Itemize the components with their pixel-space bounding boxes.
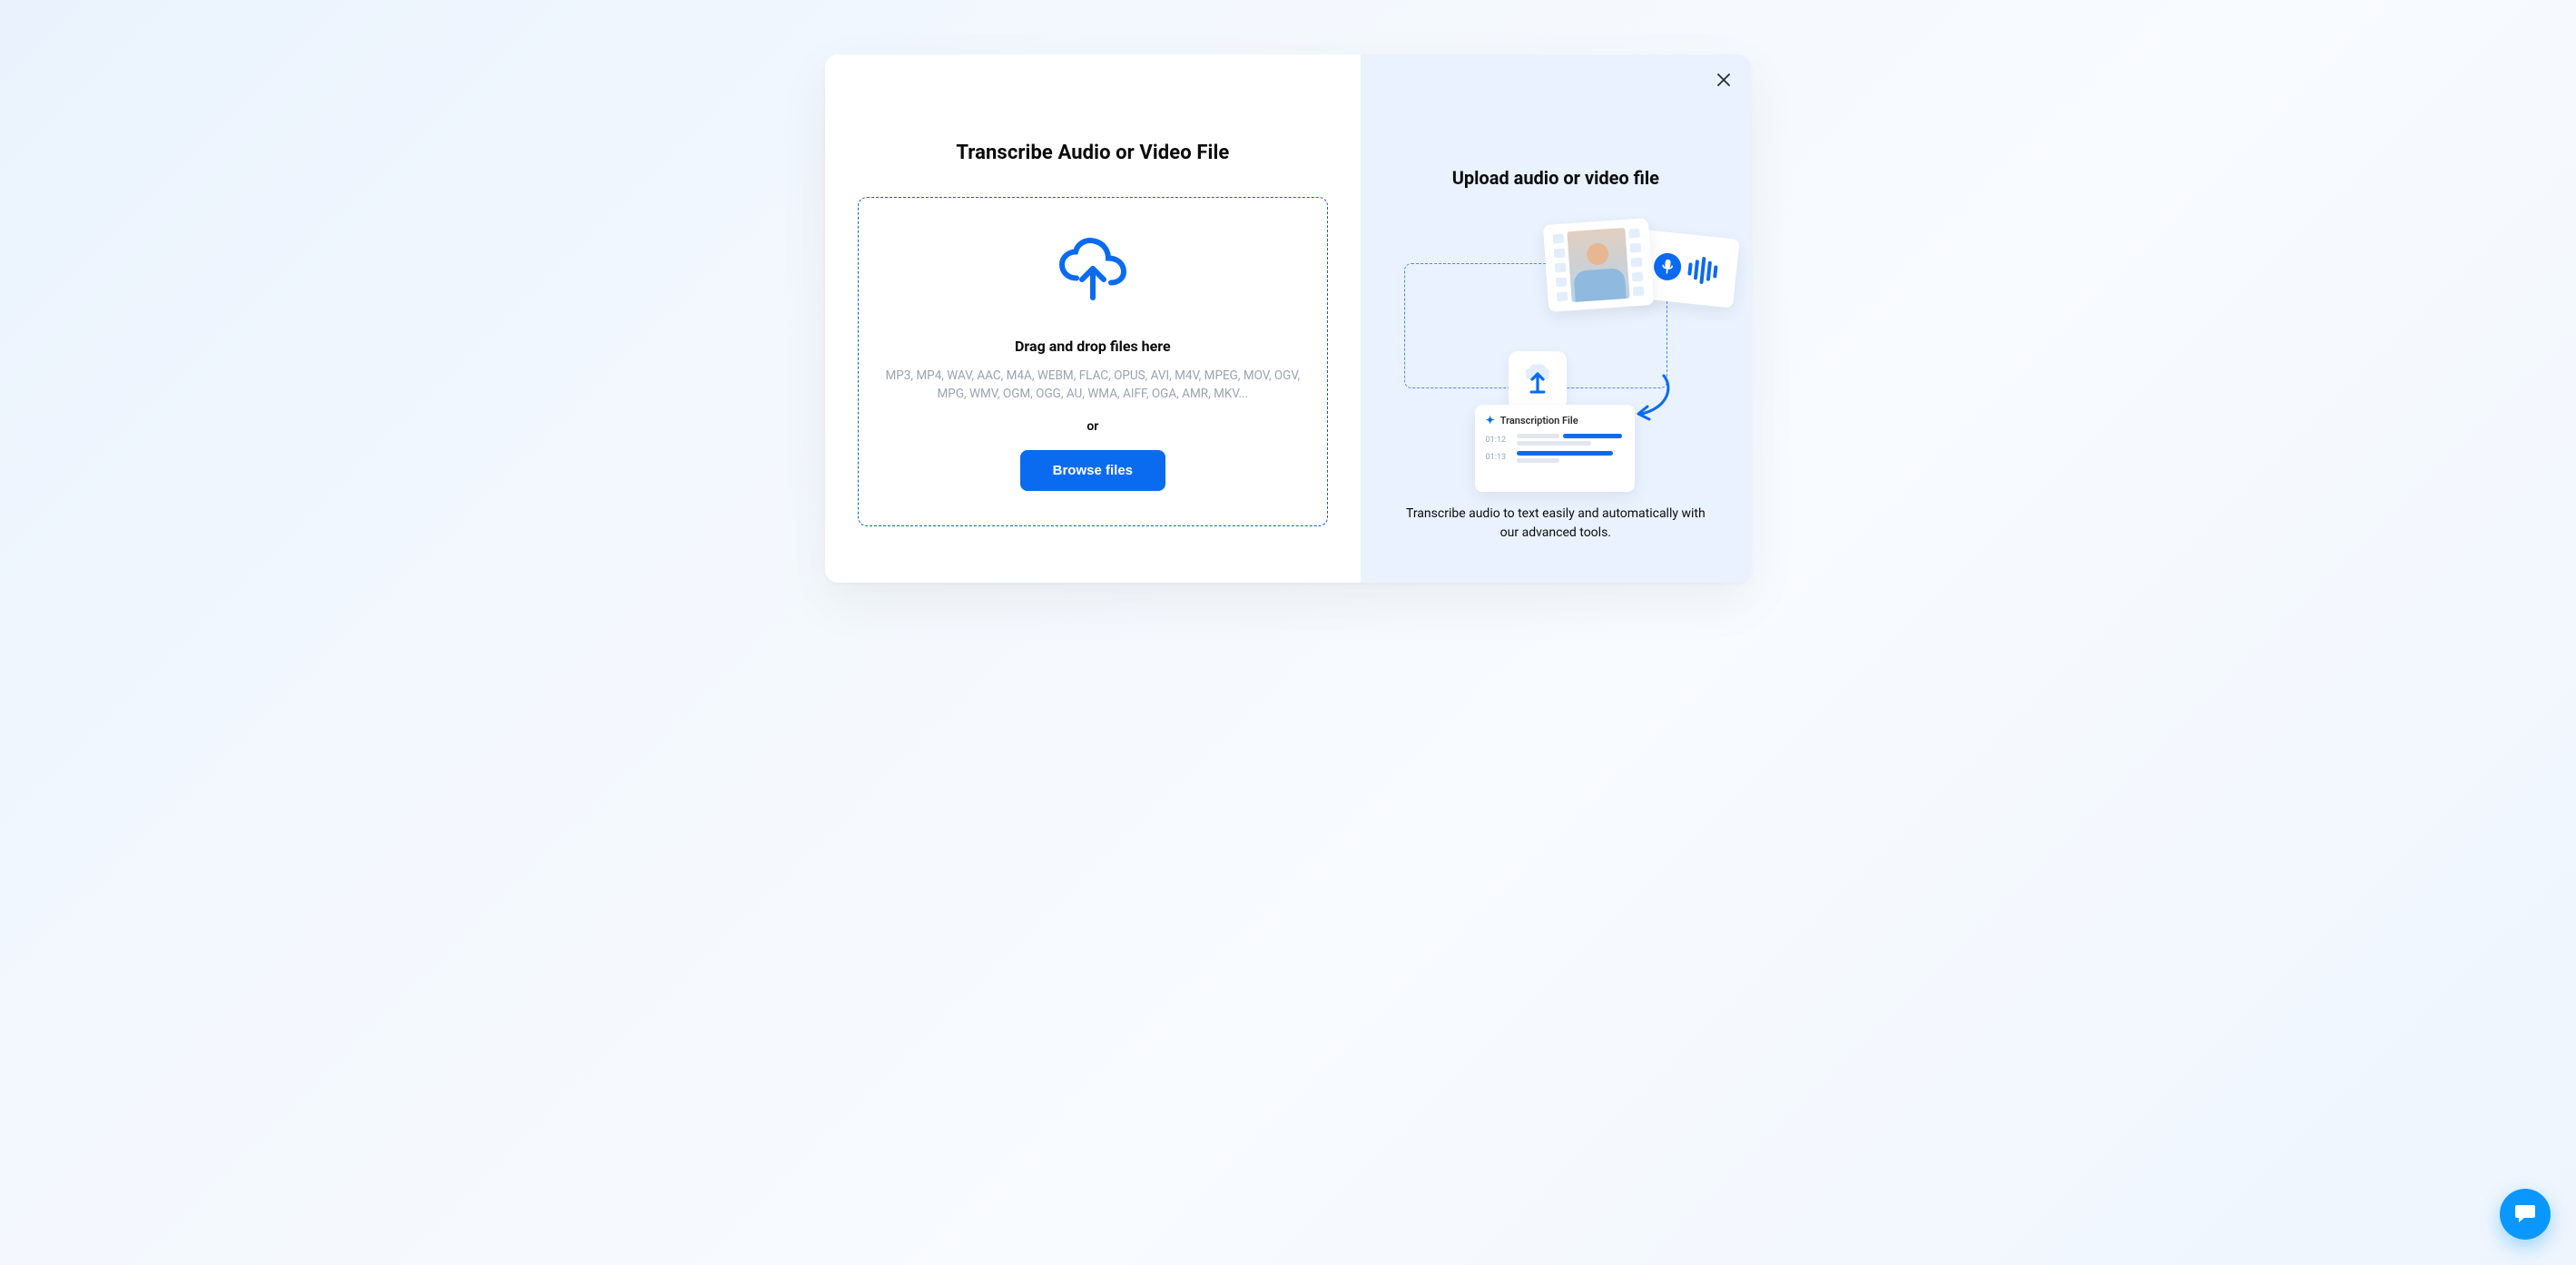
transcription-card-title: Transcription File [1500, 415, 1578, 427]
dropzone[interactable]: Drag and drop files here MP3, MP4, WAV, … [858, 197, 1328, 526]
chat-fab[interactable] [2500, 1189, 2551, 1240]
upload-panel: Transcribe Audio or Video File Drag and … [825, 54, 1361, 583]
info-title: Upload audio or video file [1381, 167, 1731, 189]
curved-arrow-icon [1633, 374, 1675, 432]
upload-arrow-icon [1524, 363, 1551, 397]
transcribe-modal: Transcribe Audio or Video File Drag and … [825, 54, 1751, 583]
timestamp: 01:12 [1486, 436, 1509, 445]
transcription-card-header: ✦ Transcription File [1486, 414, 1624, 427]
video-thumbnail [1552, 227, 1644, 304]
video-frame [1567, 228, 1629, 302]
waveform-icon [1686, 255, 1718, 285]
film-strip-right-icon [1628, 227, 1644, 299]
panel-title: Transcribe Audio or Video File [956, 142, 1229, 164]
upload-illustration: ✦ Transcription File 01:12 01:13 [1381, 211, 1731, 501]
close-icon [1716, 73, 1731, 87]
timestamp: 01:13 [1486, 453, 1509, 462]
chat-bubble-icon [2513, 1201, 2537, 1228]
illus-video-card [1542, 218, 1653, 312]
or-separator: or [1086, 419, 1098, 434]
illus-upload-box [1509, 351, 1567, 409]
supported-formats: MP3, MP4, WAV, AAC, M4A, WEBM, FLAC, OPU… [884, 368, 1302, 403]
info-panel: Upload audio or video file [1361, 54, 1751, 583]
sparkle-icon: ✦ [1486, 414, 1495, 427]
browse-files-button[interactable]: Browse files [1020, 450, 1165, 491]
cloud-upload-icon [1057, 238, 1128, 307]
illus-transcription-card: ✦ Transcription File 01:12 01:13 [1475, 405, 1635, 492]
film-strip-left-icon [1552, 232, 1568, 304]
microphone-icon [1652, 251, 1682, 281]
dropzone-title: Drag and drop files here [1015, 338, 1171, 355]
transcription-row: 01:13 [1486, 451, 1624, 463]
transcription-row: 01:12 [1486, 434, 1624, 446]
info-description: Transcribe audio to text easily and auto… [1381, 505, 1731, 543]
close-button[interactable] [1711, 67, 1736, 93]
